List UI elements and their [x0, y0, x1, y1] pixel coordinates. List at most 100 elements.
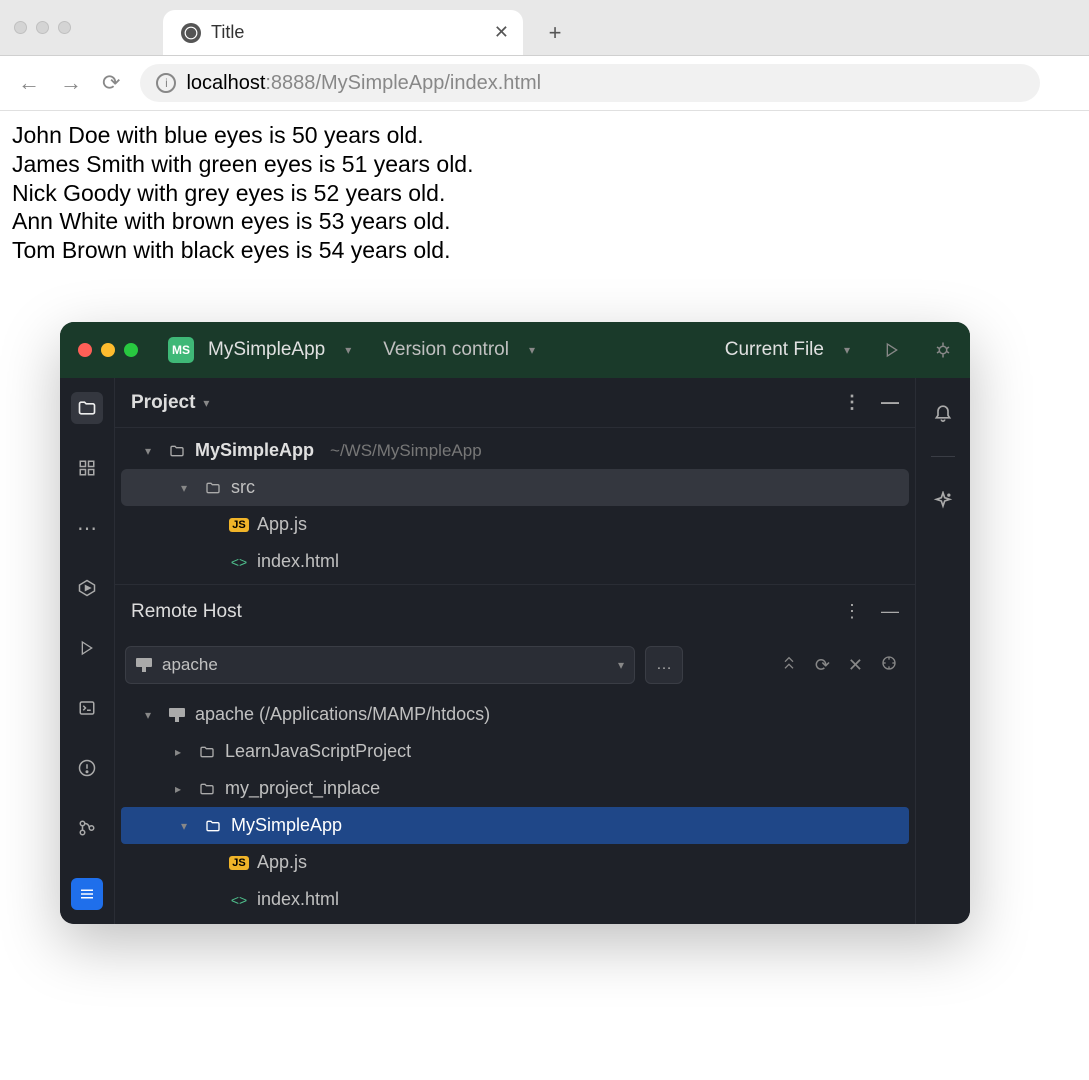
- tree-label: LearnJavaScriptProject: [225, 741, 411, 762]
- remote-server-label: apache: [162, 655, 218, 675]
- remote-folder[interactable]: ▸ LearnJavaScriptProject: [115, 733, 915, 770]
- tree-label: App.js: [257, 514, 307, 535]
- browser-tab-bar: Title ✕ +: [0, 0, 1089, 55]
- tree-label: MySimpleApp: [195, 440, 314, 461]
- tree-path: ~/WS/MySimpleApp: [330, 441, 482, 461]
- remote-browse-button[interactable]: …: [645, 646, 683, 684]
- url-text: localhost:8888/MySimpleApp/index.html: [186, 72, 541, 95]
- version-control-menu[interactable]: Version control: [383, 339, 509, 361]
- project-tool-icon[interactable]: [71, 392, 103, 424]
- collapse-all-icon[interactable]: [781, 655, 797, 676]
- structure-tool-icon[interactable]: [71, 452, 103, 484]
- target-icon[interactable]: [881, 655, 897, 676]
- refresh-icon[interactable]: ⟳: [815, 655, 830, 676]
- chevron-down-icon: ▾: [181, 481, 195, 495]
- forward-button[interactable]: →: [60, 70, 82, 96]
- output-line: Nick Goody with grey eyes is 52 years ol…: [12, 179, 1077, 208]
- close-window-icon[interactable]: [14, 21, 27, 34]
- browser-tab[interactable]: Title ✕: [163, 10, 523, 55]
- disconnect-icon[interactable]: ✕: [848, 655, 863, 676]
- more-tool-icon[interactable]: ⋯: [71, 512, 103, 544]
- tree-file-appjs[interactable]: JS App.js: [115, 506, 915, 543]
- output-line: John Doe with blue eyes is 50 years old.: [12, 121, 1077, 150]
- tree-file-indexhtml[interactable]: <> index.html: [115, 543, 915, 580]
- database-tool-icon[interactable]: [71, 878, 103, 910]
- remote-root[interactable]: ▾ apache (/Applications/MAMP/htdocs): [115, 696, 915, 733]
- folder-icon: [167, 443, 187, 459]
- new-tab-button[interactable]: +: [541, 19, 569, 47]
- chevron-down-icon: ▾: [181, 819, 195, 833]
- ide-maximize-icon[interactable]: [124, 343, 138, 357]
- minimize-window-icon[interactable]: [36, 21, 49, 34]
- browser-chrome: Title ✕ +: [0, 0, 1089, 56]
- remote-host-title: Remote Host: [131, 601, 242, 623]
- ide-titlebar: MS MySimpleApp ▾ Version control ▾ Curre…: [60, 322, 970, 378]
- problems-tool-icon[interactable]: [71, 752, 103, 784]
- close-tab-icon[interactable]: ✕: [494, 22, 509, 43]
- ide-minimize-icon[interactable]: [101, 343, 115, 357]
- project-selector[interactable]: MySimpleApp: [208, 339, 325, 361]
- tree-label: index.html: [257, 551, 339, 572]
- url-input[interactable]: i localhost:8888/MySimpleApp/index.html: [140, 64, 1040, 102]
- favicon-icon: [181, 23, 201, 43]
- remote-server-row: apache ▾ … ⟳ ✕: [115, 638, 915, 692]
- tree-label: index.html: [257, 889, 339, 910]
- back-button[interactable]: ←: [18, 70, 40, 96]
- tree-label: apache (/Applications/MAMP/htdocs): [195, 704, 490, 725]
- html-file-icon: <>: [229, 892, 249, 908]
- notifications-icon[interactable]: [927, 396, 959, 428]
- tree-folder-src[interactable]: ▾ src: [121, 469, 909, 506]
- remote-folder[interactable]: ▸ my_project_inplace: [115, 770, 915, 807]
- reload-button[interactable]: ⟳: [102, 70, 120, 96]
- chevron-down-icon: ▾: [145, 708, 159, 722]
- ai-assistant-icon[interactable]: [927, 485, 959, 517]
- project-panel-title: Project: [131, 392, 195, 414]
- run-icon[interactable]: [884, 342, 900, 358]
- address-bar: ← → ⟳ i localhost:8888/MySimpleApp/index…: [0, 56, 1089, 111]
- run-config-selector[interactable]: Current File: [725, 339, 824, 361]
- output-line: James Smith with green eyes is 51 years …: [12, 150, 1077, 179]
- server-icon: [167, 708, 187, 722]
- site-info-icon[interactable]: i: [156, 73, 176, 93]
- tree-label: MySimpleApp: [231, 815, 342, 836]
- output-line: Ann White with brown eyes is 53 years ol…: [12, 207, 1077, 236]
- ide-close-icon[interactable]: [78, 343, 92, 357]
- remote-file-appjs[interactable]: JS App.js: [115, 844, 915, 881]
- ide-window-controls: [78, 343, 138, 357]
- project-badge: MS: [168, 337, 194, 363]
- panel-more-icon[interactable]: ⋮: [843, 392, 861, 413]
- vcs-tool-icon[interactable]: [71, 812, 103, 844]
- server-icon: [136, 658, 152, 672]
- services-tool-icon[interactable]: [71, 572, 103, 604]
- chevron-right-icon: ▸: [175, 745, 189, 759]
- chevron-down-icon: ▾: [529, 343, 535, 357]
- remote-host-header: Remote Host ⋮ —: [115, 584, 915, 638]
- page-content: John Doe with blue eyes is 50 years old.…: [0, 111, 1089, 275]
- panel-hide-icon[interactable]: —: [881, 601, 899, 622]
- tab-title: Title: [211, 22, 484, 43]
- folder-icon: [203, 818, 223, 834]
- debug-icon[interactable]: [934, 341, 952, 359]
- remote-file-indexhtml[interactable]: <> index.html: [115, 881, 915, 918]
- chevron-down-icon: ▾: [618, 658, 624, 672]
- tree-label: App.js: [257, 852, 307, 873]
- terminal-tool-icon[interactable]: [71, 692, 103, 724]
- ide-right-toolbar: [915, 378, 970, 924]
- js-file-icon: JS: [229, 518, 249, 532]
- remote-server-dropdown[interactable]: apache ▾: [125, 646, 635, 684]
- project-tree: ▾ MySimpleApp ~/WS/MySimpleApp ▾ src: [115, 428, 915, 584]
- maximize-window-icon[interactable]: [58, 21, 71, 34]
- remote-folder-selected[interactable]: ▾ MySimpleApp: [121, 807, 909, 844]
- run-tool-icon[interactable]: [71, 632, 103, 664]
- panel-hide-icon[interactable]: —: [881, 392, 899, 413]
- chevron-down-icon: ▾: [844, 343, 850, 357]
- chevron-down-icon: ▾: [145, 444, 159, 458]
- panel-more-icon[interactable]: ⋮: [843, 601, 861, 622]
- tree-root[interactable]: ▾ MySimpleApp ~/WS/MySimpleApp: [115, 432, 915, 469]
- chevron-down-icon: ▾: [203, 396, 209, 410]
- output-line: Tom Brown with black eyes is 54 years ol…: [12, 236, 1077, 265]
- chevron-down-icon: ▾: [345, 343, 351, 357]
- folder-icon: [197, 744, 217, 760]
- tree-label: my_project_inplace: [225, 778, 380, 799]
- project-panel-header[interactable]: Project ▾ ⋮ —: [115, 378, 915, 428]
